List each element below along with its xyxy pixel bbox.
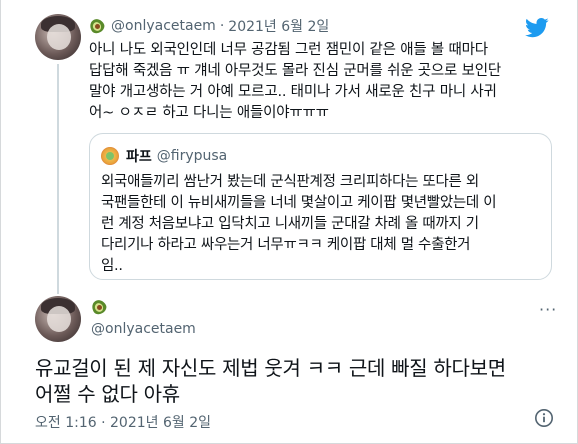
reply-text-line: 답답해 죽겠음 ㅠ 걔네 아무것도 몰라 진심 군머를 쉬운 곳으로 보인단 bbox=[89, 63, 502, 79]
quoted-author-avatar bbox=[101, 147, 119, 165]
reply-text-line: 어~ ㅇㅈㄹ 하고 다니는 애들이야ㅠㅠㅠ bbox=[89, 105, 329, 121]
avocado-icon bbox=[89, 297, 109, 317]
quoted-text-line: 외국애들끼리 쌈난거 봤는데 군식판계정 크리피하다는 또다른 외 bbox=[101, 174, 479, 190]
main-author-avatar[interactable] bbox=[35, 296, 81, 342]
reply-tweet-text: 아니 나도 외국인인데 너무 공감됨 그런 잼민이 같은 애들 볼 때마다 답답… bbox=[89, 40, 559, 124]
header-separator: · bbox=[219, 18, 225, 34]
avocado-icon[interactable] bbox=[87, 16, 107, 36]
twitter-bird-icon[interactable] bbox=[525, 18, 549, 38]
more-icon[interactable]: ··· bbox=[539, 300, 557, 319]
reply-author-handle[interactable]: @onlyacetaem bbox=[111, 18, 216, 34]
quoted-text-line: 다리기나 하라고 싸우는거 너무ㅠㅋㅋ 케이팝 대체 멀 수출한거 bbox=[101, 237, 471, 253]
main-author-handle[interactable]: @onlyacetaem bbox=[91, 321, 196, 337]
quoted-tweet-card[interactable]: 파프 @firypusa 외국애들끼리 쌈난거 봤는데 군식판계정 크리피하다는… bbox=[89, 133, 552, 280]
quoted-tweet-text: 외국애들끼리 쌈난거 봤는데 군식판계정 크리피하다는 또다른 외 국팬들한테 … bbox=[101, 172, 546, 277]
main-text-line: 유교걸이 된 제 자신도 제법 웃겨 ㅋㅋ 근데 빠질 하다보면 bbox=[35, 356, 506, 380]
tweet-detail-panel: @onlyacetaem · 2021년 6월 2일 아니 나도 외국인인데 너… bbox=[0, 0, 578, 444]
main-text-line: 어쩔 수 없다 아휴 bbox=[35, 382, 180, 406]
main-author-name[interactable] bbox=[89, 297, 113, 317]
quoted-text-line: 런 계정 처음보냐고 입닥치고 니새끼들 군대갈 차례 올 때까지 기 bbox=[101, 216, 479, 232]
main-tweet-text: 유교걸이 된 제 자신도 제법 웃겨 ㅋㅋ 근데 빠질 하다보면 어쩔 수 없다… bbox=[35, 355, 555, 407]
quoted-author-name: 파프 bbox=[126, 149, 152, 165]
main-tweet-timestamp[interactable]: 오전 1:16 · 2021년 6월 2일 bbox=[35, 412, 211, 432]
reply-tweet-date[interactable]: 2021년 6월 2일 bbox=[228, 16, 329, 36]
reply-text-line: 말야 개고생하는 거 아예 모르고.. 태미나 가서 새로운 친구 마니 사귀 bbox=[89, 84, 497, 100]
thread-connector-line bbox=[57, 64, 59, 294]
info-icon[interactable] bbox=[534, 408, 554, 428]
quoted-author-handle: @firypusa bbox=[156, 148, 228, 164]
quoted-tweet-header: 파프 @firypusa bbox=[126, 146, 227, 166]
reply-tweet-header: @onlyacetaem · 2021년 6월 2일 bbox=[87, 16, 329, 36]
reply-author-avatar[interactable] bbox=[35, 14, 81, 60]
reply-text-line: 아니 나도 외국인인데 너무 공감됨 그런 잼민이 같은 애들 볼 때마다 bbox=[89, 42, 488, 58]
quoted-text-line: 임.. bbox=[101, 258, 123, 274]
quoted-text-line: 국팬들한테 이 뉴비새끼들을 너네 몇살이고 케이팝 몇년빨았는데 이 bbox=[101, 195, 497, 211]
